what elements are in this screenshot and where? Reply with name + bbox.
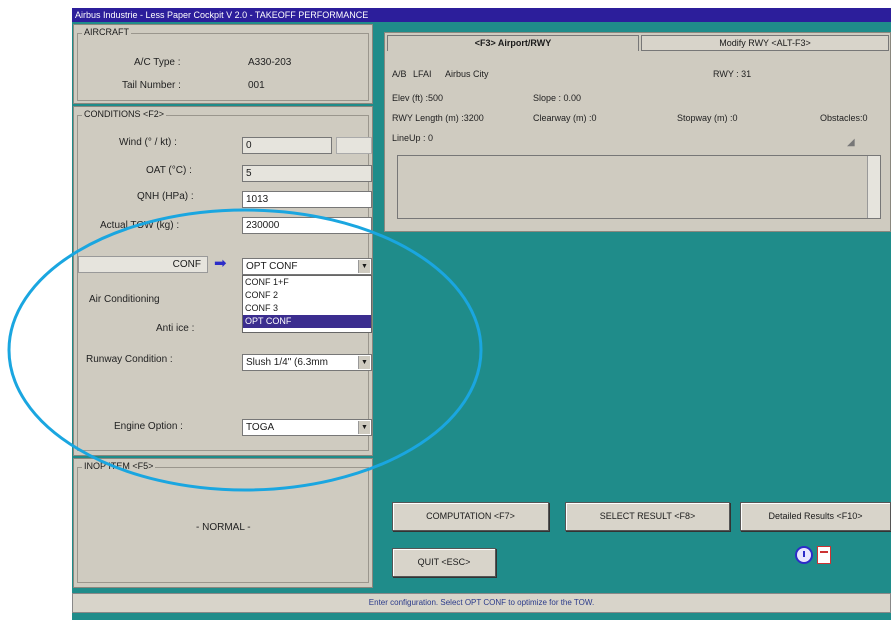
annotation-overlay <box>7 208 483 492</box>
annotation-ellipse <box>7 208 483 492</box>
